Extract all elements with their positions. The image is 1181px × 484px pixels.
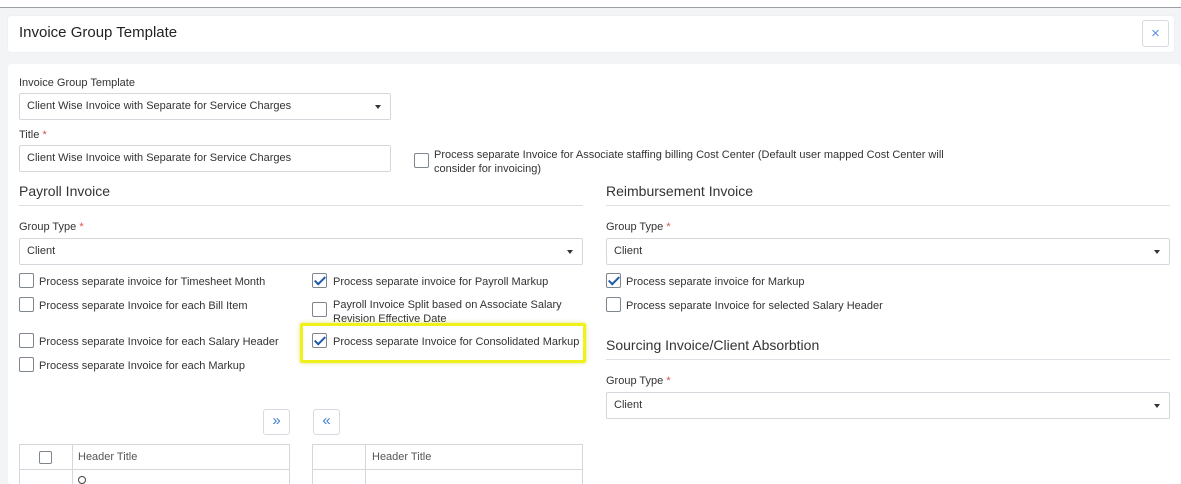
reimbursement-salary-header-label: Process separate Invoice for selected Sa…: [626, 300, 883, 312]
table-column-divider: [72, 445, 73, 484]
consolidated-markup-label: Process separate Invoice for Consolidate…: [333, 336, 580, 348]
dropdown-caret-icon: [1154, 250, 1160, 254]
timesheet-month-label: Process separate invoice for Timesheet M…: [39, 276, 266, 288]
payroll-group-type-label: Group Type *: [19, 221, 84, 233]
each-bill-item-checkbox[interactable]: [19, 297, 34, 312]
left-header-title: Header Title: [78, 451, 138, 463]
modal-body: [8, 64, 1181, 484]
payroll-divider: [19, 205, 583, 206]
title-label: Title *: [19, 129, 47, 141]
timesheet-month-checkbox[interactable]: [19, 273, 34, 288]
each-salary-header-checkbox[interactable]: [19, 333, 34, 348]
close-button[interactable]: ×: [1142, 20, 1169, 47]
reimbursement-markup-checkbox[interactable]: [606, 273, 621, 288]
template-select[interactable]: Client Wise Invoice with Separate for Se…: [19, 93, 391, 120]
payroll-group-type-label-text: Group Type: [19, 221, 77, 233]
select-all-checkbox[interactable]: [39, 451, 52, 464]
required-mark: *: [42, 129, 47, 141]
reimbursement-markup-label: Process separate invoice for Markup: [626, 276, 805, 288]
reimbursement-heading: Reimbursement Invoice: [606, 183, 754, 199]
each-bill-item-label: Process separate Invoice for each Bill I…: [39, 300, 248, 312]
move-right-button[interactable]: »: [263, 409, 290, 435]
move-left-button[interactable]: «: [313, 409, 340, 435]
modal-title: Invoice Group Template: [19, 24, 178, 41]
template-select-value: Client Wise Invoice with Separate for Se…: [27, 100, 292, 112]
reimbursement-group-type-label-text: Group Type: [606, 221, 664, 233]
required-mark: *: [79, 221, 84, 233]
table-column-divider: [365, 445, 366, 484]
each-markup-checkbox[interactable]: [19, 357, 34, 372]
sourcing-group-type-select[interactable]: Client: [606, 392, 1170, 419]
close-icon: ×: [1151, 25, 1160, 42]
sourcing-group-type-value: Client: [614, 399, 643, 411]
table-header-row: [313, 445, 582, 470]
reimbursement-group-type-select[interactable]: Client: [606, 238, 1170, 265]
payroll-group-type-value: Client: [27, 245, 56, 257]
modal-header: Invoice Group Template ×: [8, 16, 1174, 52]
right-header-title: Header Title: [372, 451, 432, 463]
payroll-heading: Payroll Invoice: [19, 183, 111, 199]
salary-revision-checkbox[interactable]: [312, 302, 327, 317]
required-mark: *: [666, 221, 671, 233]
double-chevron-right-icon: »: [272, 412, 281, 429]
sourcing-group-type-label: Group Type *: [606, 375, 671, 387]
template-select-label: Invoice Group Template: [19, 77, 135, 89]
selected-headers-table: Header Title: [312, 444, 583, 484]
associate-cost-center-checkbox[interactable]: [414, 153, 429, 168]
dropdown-caret-icon: [375, 105, 381, 109]
associate-cost-center-label-1: Process separate Invoice for Associate s…: [434, 149, 944, 161]
double-chevron-left-icon: «: [322, 412, 331, 429]
each-markup-label: Process separate Invoice for each Markup: [39, 360, 246, 372]
available-headers-table: Header Title: [19, 444, 290, 484]
reimbursement-divider: [606, 205, 1170, 206]
dropdown-caret-icon: [1154, 404, 1160, 408]
sourcing-divider: [606, 359, 1170, 360]
search-icon[interactable]: [78, 476, 86, 484]
sourcing-group-type-label-text: Group Type: [606, 375, 664, 387]
reimbursement-group-type-label: Group Type *: [606, 221, 671, 233]
consolidated-markup-checkbox[interactable]: [312, 333, 327, 348]
payroll-group-type-select[interactable]: Client: [19, 238, 583, 265]
associate-cost-center-label-2: consider for invoicing): [434, 163, 541, 175]
each-salary-header-label: Process separate Invoice for each Salary…: [39, 336, 279, 348]
required-mark: *: [666, 375, 671, 387]
title-input[interactable]: Client Wise Invoice with Separate for Se…: [19, 145, 391, 172]
payroll-markup-label: Process separate invoice for Payroll Mar…: [333, 276, 549, 288]
title-label-text: Title: [19, 129, 40, 141]
salary-revision-label-1: Payroll Invoice Split based on Associate…: [333, 299, 562, 311]
sourcing-heading: Sourcing Invoice/Client Absorbtion: [606, 337, 820, 353]
reimbursement-salary-header-checkbox[interactable]: [606, 297, 621, 312]
payroll-markup-checkbox[interactable]: [312, 273, 327, 288]
dropdown-caret-icon: [567, 250, 573, 254]
table-header-row: [20, 445, 289, 470]
reimbursement-group-type-value: Client: [614, 245, 643, 257]
title-input-value: Client Wise Invoice with Separate for Se…: [27, 152, 292, 164]
